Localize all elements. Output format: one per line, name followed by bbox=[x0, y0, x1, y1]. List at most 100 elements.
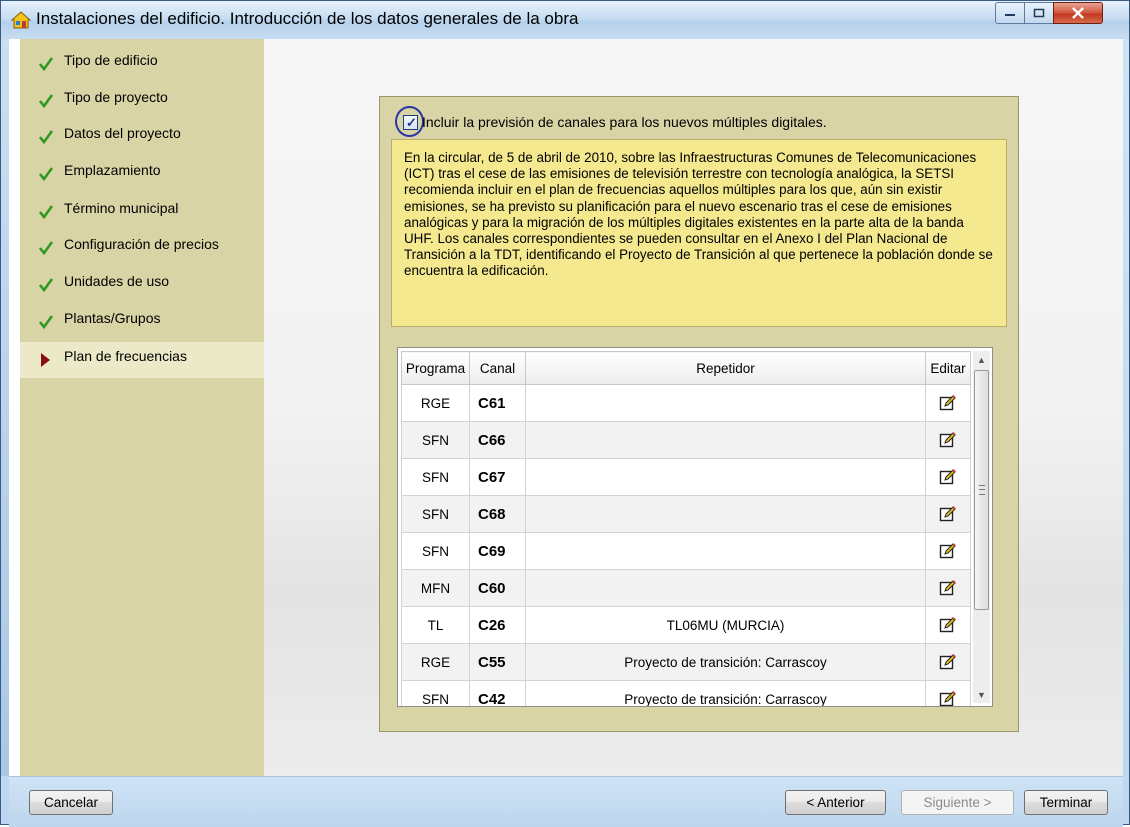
channels-table: Programa Canal Repetidor Editar RGE C61 SF… bbox=[397, 347, 993, 707]
include-channels-label[interactable]: Incluir la previsión de canales para los… bbox=[422, 114, 827, 130]
edit-pencil-icon[interactable] bbox=[939, 616, 957, 634]
sidebar-item-label: Configuración de precios bbox=[64, 236, 219, 252]
minimize-button[interactable] bbox=[995, 2, 1025, 24]
cell-editar[interactable] bbox=[925, 606, 971, 644]
checkmark-icon: ✓ bbox=[406, 115, 417, 130]
edit-pencil-icon[interactable] bbox=[939, 394, 957, 412]
cell-repetidor[interactable] bbox=[525, 495, 926, 533]
cell-programa: RGE bbox=[401, 643, 470, 681]
cell-canal: C68 bbox=[469, 495, 526, 533]
sidebar-item-configuracion-precios[interactable]: Configuración de precios bbox=[20, 230, 264, 266]
sidebar-item-plantas-grupos[interactable]: Plantas/Grupos bbox=[20, 304, 264, 340]
cell-canal: C26 bbox=[469, 606, 526, 644]
cell-canal: C55 bbox=[469, 643, 526, 681]
column-header-editar[interactable]: Editar bbox=[925, 351, 971, 385]
table-row[interactable]: SFN C68 bbox=[401, 495, 971, 533]
wizard-footer: Cancelar < Anterior Siguiente > Terminar bbox=[9, 776, 1123, 827]
cell-repetidor[interactable] bbox=[525, 569, 926, 607]
check-icon bbox=[38, 167, 54, 182]
cell-editar[interactable] bbox=[925, 458, 971, 496]
table-row[interactable]: MFN C60 bbox=[401, 569, 971, 607]
cell-editar[interactable] bbox=[925, 421, 971, 459]
sidebar-item-label: Plantas/Grupos bbox=[64, 310, 161, 326]
cell-programa: SFN bbox=[401, 458, 470, 496]
minimize-icon bbox=[1005, 14, 1015, 16]
vertical-scrollbar[interactable]: ▲ ▼ bbox=[973, 351, 990, 703]
title-bar[interactable]: Instalaciones del edificio. Introducción… bbox=[1, 1, 1129, 39]
channels-grid: Programa Canal Repetidor Editar RGE C61 SF… bbox=[401, 351, 971, 707]
cell-programa: SFN bbox=[401, 421, 470, 459]
previous-button[interactable]: < Anterior bbox=[785, 790, 886, 815]
application-window: Instalaciones del edificio. Introducción… bbox=[0, 0, 1130, 827]
cell-repetidor[interactable]: Proyecto de transición: Carrascoy bbox=[525, 680, 926, 706]
cell-repetidor[interactable]: TL06MU (MURCIA) bbox=[525, 606, 926, 644]
window-frame-left bbox=[1, 39, 9, 776]
edit-pencil-icon[interactable] bbox=[939, 690, 957, 707]
cell-editar[interactable] bbox=[925, 643, 971, 681]
table-row[interactable]: SFN C69 bbox=[401, 532, 971, 570]
cell-repetidor[interactable] bbox=[525, 458, 926, 496]
cell-repetidor[interactable] bbox=[525, 384, 926, 422]
cancel-button[interactable]: Cancelar bbox=[29, 790, 113, 815]
cell-editar[interactable] bbox=[925, 532, 971, 570]
sidebar-item-tipo-edificio[interactable]: Tipo de edificio bbox=[20, 46, 264, 82]
wizard-client-area: Tipo de edificio Tipo de proyecto Datos … bbox=[9, 39, 1123, 776]
include-channels-checkbox[interactable]: ✓ bbox=[403, 115, 418, 130]
edit-pencil-icon[interactable] bbox=[939, 653, 957, 671]
sidebar-item-unidades-uso[interactable]: Unidades de uso bbox=[20, 267, 264, 303]
scroll-up-icon[interactable]: ▲ bbox=[973, 351, 990, 368]
cell-repetidor[interactable]: Proyecto de transición: Carrascoy bbox=[525, 643, 926, 681]
arrow-right-icon bbox=[41, 353, 50, 367]
next-button[interactable]: Siguiente > bbox=[901, 790, 1014, 815]
table-row[interactable]: SFN C67 bbox=[401, 458, 971, 496]
column-header-repetidor[interactable]: Repetidor bbox=[525, 351, 926, 385]
sidebar-item-label: Unidades de uso bbox=[64, 273, 170, 289]
table-row[interactable]: SFN C42 Proyecto de transición: Carrascoy bbox=[401, 680, 971, 707]
table-row[interactable]: TL C26 TL06MU (MURCIA) bbox=[401, 606, 971, 644]
sidebar-item-tipo-proyecto[interactable]: Tipo de proyecto bbox=[20, 83, 264, 119]
sidebar-item-label: Plan de frecuencias bbox=[64, 348, 187, 364]
check-icon bbox=[38, 57, 54, 72]
sidebar-item-label: Datos del proyecto bbox=[64, 125, 181, 141]
cell-canal: C67 bbox=[469, 458, 526, 496]
cell-editar[interactable] bbox=[925, 495, 971, 533]
scroll-down-icon[interactable]: ▼ bbox=[973, 686, 990, 703]
cell-editar[interactable] bbox=[925, 384, 971, 422]
table-row[interactable]: RGE C61 bbox=[401, 384, 971, 422]
edit-pencil-icon[interactable] bbox=[939, 579, 957, 597]
edit-pencil-icon[interactable] bbox=[939, 468, 957, 486]
cell-programa: RGE bbox=[401, 384, 470, 422]
cell-editar[interactable] bbox=[925, 680, 971, 707]
sidebar-item-datos-proyecto[interactable]: Datos del proyecto bbox=[20, 119, 264, 155]
close-button[interactable] bbox=[1053, 2, 1103, 24]
cell-programa: SFN bbox=[401, 532, 470, 570]
edit-pencil-icon[interactable] bbox=[939, 431, 957, 449]
check-icon bbox=[38, 241, 54, 256]
edit-pencil-icon[interactable] bbox=[939, 542, 957, 560]
table-row[interactable]: RGE C55 Proyecto de transición: Carrascoy bbox=[401, 643, 971, 681]
sidebar-item-label: Tipo de edificio bbox=[64, 52, 158, 68]
cell-canal: C60 bbox=[469, 569, 526, 607]
cell-repetidor[interactable] bbox=[525, 532, 926, 570]
frequency-plan-panel: ✓ Incluir la previsión de canales para l… bbox=[379, 96, 1019, 732]
cell-programa: MFN bbox=[401, 569, 470, 607]
cell-canal: C61 bbox=[469, 384, 526, 422]
grip-icon bbox=[979, 485, 985, 495]
column-header-programa[interactable]: Programa bbox=[401, 351, 470, 385]
check-icon bbox=[38, 315, 54, 330]
close-icon bbox=[1072, 7, 1084, 19]
sidebar-item-label: Tipo de proyecto bbox=[64, 89, 168, 105]
cell-canal: C42 bbox=[469, 680, 526, 706]
maximize-icon bbox=[1033, 8, 1045, 18]
column-header-canal[interactable]: Canal bbox=[469, 351, 526, 385]
scrollbar-thumb[interactable] bbox=[974, 370, 989, 610]
maximize-button[interactable] bbox=[1024, 2, 1054, 24]
sidebar-item-plan-frecuencias[interactable]: Plan de frecuencias bbox=[20, 342, 264, 378]
cell-editar[interactable] bbox=[925, 569, 971, 607]
cell-repetidor[interactable] bbox=[525, 421, 926, 459]
finish-button[interactable]: Terminar bbox=[1024, 790, 1108, 815]
edit-pencil-icon[interactable] bbox=[939, 505, 957, 523]
sidebar-item-emplazamiento[interactable]: Emplazamiento bbox=[20, 156, 264, 192]
table-row[interactable]: SFN C66 bbox=[401, 421, 971, 459]
sidebar-item-termino-municipal[interactable]: Término municipal bbox=[20, 194, 264, 230]
